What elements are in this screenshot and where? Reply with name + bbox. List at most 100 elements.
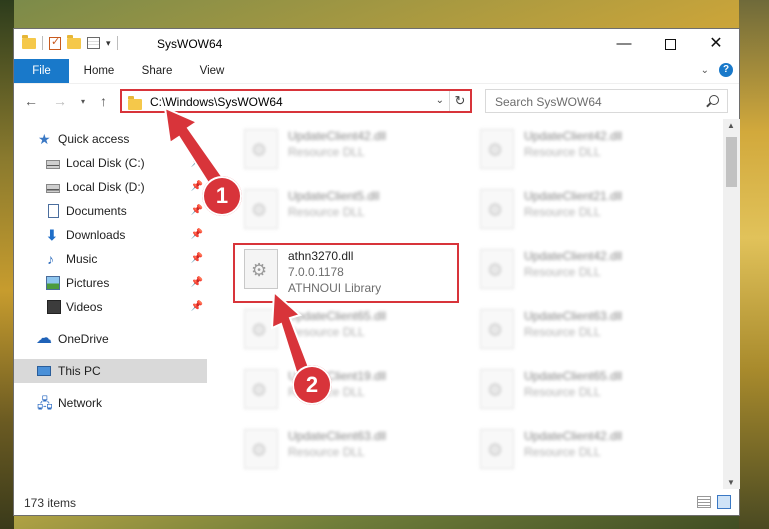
maximize-button[interactable] [647,29,693,59]
disk-icon [46,160,60,169]
onedrive-icon: ☁ [36,330,52,347]
file-type: Resource DLL [288,145,365,159]
help-icon[interactable]: ? [719,63,733,77]
sidebar-item-local-disk-d[interactable]: Local Disk (D:) 📌 [14,175,207,199]
file-item[interactable]: UpdateClient19.dll Resource DLL [236,363,466,415]
file-name: UpdateClient21.dll [524,189,623,203]
customize-toolbar-arrow-icon[interactable]: ▾ [106,38,111,49]
sidebar-item-this-pc[interactable]: This PC [14,359,207,383]
minimize-button[interactable]: — [601,29,647,59]
file-name: UpdateClient5.dll [288,189,380,203]
sidebar-item-videos[interactable]: Videos 📌 [14,295,207,319]
dll-file-icon [244,369,278,409]
navigation-bar: ← → ▾ ↑ C:\Windows\SysWOW64 ⌄ ↻ Search S… [14,84,739,118]
properties-check-icon[interactable] [49,35,61,50]
tab-share[interactable]: Share [132,59,182,83]
details-view-icon[interactable] [697,496,711,508]
sidebar-item-label: Downloads [66,228,126,242]
file-item[interactable]: UpdateClient65.dll Resource DLL [472,363,702,415]
refresh-button[interactable]: ↻ [449,91,470,111]
address-dropdown-icon[interactable]: ⌄ [436,95,444,106]
quick-access-toolbar: ▾ [22,34,118,50]
dll-file-icon [480,309,514,349]
desktop-background-right [739,0,769,529]
pin-icon: 📌 [190,253,203,264]
sidebar-item-onedrive[interactable]: ☁ OneDrive [14,327,207,351]
file-item[interactable]: UpdateClient42.dll Resource DLL [472,243,702,295]
sidebar-item-label: Quick access [58,132,130,146]
up-button[interactable]: ↑ [100,93,107,109]
star-icon: ★ [38,131,51,147]
file-name: UpdateClient42.dll [524,129,623,143]
search-icon[interactable] [709,95,719,105]
sidebar-item-quick-access[interactable]: ★ Quick access [14,127,207,151]
tab-view[interactable]: View [188,59,236,83]
status-bar: 173 items [14,490,739,515]
address-bar[interactable]: C:\Windows\SysWOW64 ⌄ ↻ [120,89,472,113]
expand-ribbon-chevron-icon[interactable]: ⌄ [701,65,709,76]
tab-home[interactable]: Home [74,59,124,83]
scroll-up-icon[interactable]: ▲ [727,121,735,130]
sidebar-item-local-disk-c[interactable]: Local Disk (C:) 📌 [14,151,207,175]
forward-button[interactable]: → [53,93,67,109]
file-type: Resource DLL [288,445,365,459]
scrollbar-thumb[interactable] [726,137,737,187]
file-type: Resource DLL [288,325,365,339]
file-item[interactable]: UpdateClient65.dll Resource DLL [236,303,466,355]
file-item[interactable]: UpdateClient63.dll Resource DLL [472,303,702,355]
file-item[interactable]: UpdateClient42.dll Resource DLL [472,423,702,475]
sidebar-item-pictures[interactable]: Pictures 📌 [14,271,207,295]
file-type: Resource DLL [524,265,601,279]
ribbon-controls: ⌄ ? [701,63,733,77]
sidebar-item-documents[interactable]: Documents 📌 [14,199,207,223]
step-badge-1: 1 [202,176,242,216]
new-folder-icon[interactable] [67,34,81,49]
file-item[interactable]: UpdateClient42.dll Resource DLL [236,123,466,175]
vertical-scrollbar[interactable]: ▲ ▼ [723,119,740,489]
file-item[interactable]: UpdateClient63.dll Resource DLL [236,423,466,475]
file-type: Resource DLL [288,205,365,219]
search-input[interactable]: Search SysWOW64 [495,95,602,109]
properties-icon[interactable] [87,37,100,49]
sidebar-item-label: Local Disk (C:) [66,156,145,170]
tab-file[interactable]: File [14,59,69,83]
recent-locations-button[interactable]: ▾ [81,97,85,106]
maximize-icon [664,38,676,50]
title-bar: ▾ SysWOW64 — ✕ [14,29,739,59]
search-box[interactable]: Search SysWOW64 [485,89,728,113]
folder-icon [128,96,142,110]
scroll-down-icon[interactable]: ▼ [727,478,735,487]
address-path[interactable]: C:\Windows\SysWOW64 [150,95,283,109]
file-type: Resource DLL [524,385,601,399]
back-button[interactable]: ← [24,93,38,109]
file-item[interactable]: UpdateClient21.dll Resource DLL [472,183,702,235]
sidebar-item-downloads[interactable]: ⬇ Downloads 📌 [14,223,207,247]
dll-file-icon [244,189,278,229]
desktop-background-left [0,0,14,529]
file-type: Resource DLL [524,205,601,219]
sidebar-item-label: Network [58,396,103,410]
pin-icon: 📌 [190,229,203,240]
pin-icon: 📌 [190,157,203,168]
dll-file-icon [244,429,278,469]
toolbar-divider [42,36,43,50]
file-name: UpdateClient63.dll [288,429,387,443]
dll-file-icon [480,369,514,409]
file-type: Resource DLL [524,145,601,159]
window-title: SysWOW64 [157,37,223,51]
tiles-view-icon[interactable] [717,495,731,509]
file-list: UpdateClient42.dll Resource DLL UpdateCl… [222,119,720,489]
navigation-pane: ★ Quick access Local Disk (C:) 📌 Local D… [14,119,207,489]
computer-icon [37,366,51,376]
file-item[interactable]: UpdateClient5.dll Resource DLL [236,183,466,235]
pictures-icon [46,276,60,290]
sidebar-item-label: This PC [58,364,101,378]
sidebar-item-music[interactable]: ♪ Music 📌 [14,247,207,271]
item-count: 173 items [24,496,77,510]
folder-icon [22,34,36,49]
file-item[interactable]: UpdateClient42.dll Resource DLL [472,123,702,175]
sidebar-item-label: Music [66,252,98,266]
close-button[interactable]: ✕ [693,29,739,59]
sidebar-item-network[interactable]: 🖧 Network [14,391,207,415]
file-name: UpdateClient65.dll [524,369,623,383]
